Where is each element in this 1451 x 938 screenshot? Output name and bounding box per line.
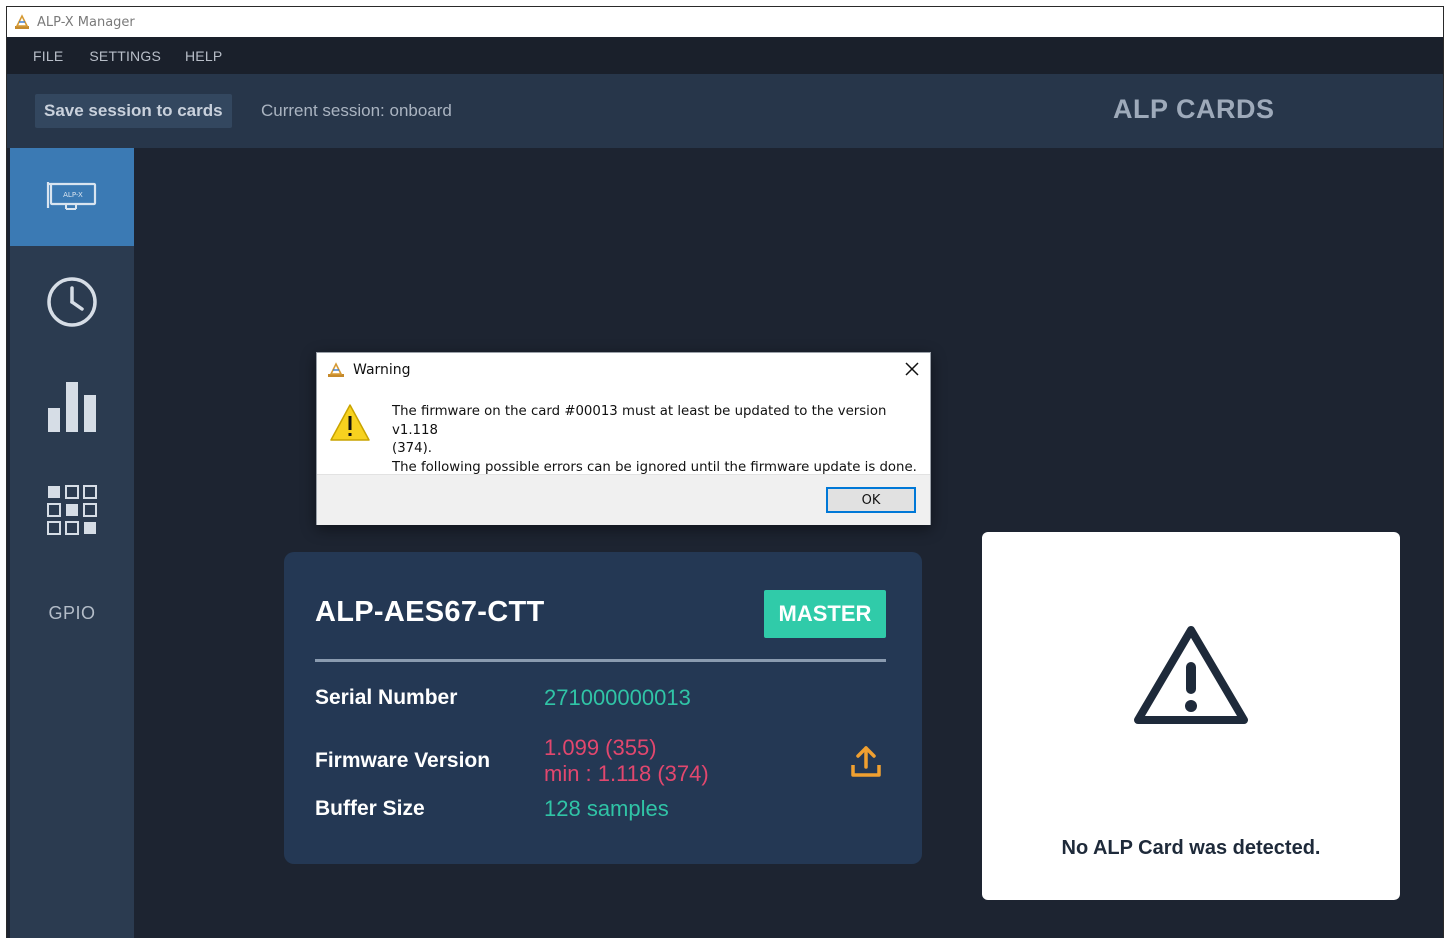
card-name: ALP-AES67-CTT xyxy=(315,596,545,628)
save-session-button[interactable]: Save session to cards xyxy=(35,94,232,128)
dialog-title: Warning xyxy=(353,362,411,378)
dialog-message-line: The firmware on the card #00013 must at … xyxy=(392,404,887,438)
buffer-size-value: 128 samples xyxy=(544,796,669,821)
close-icon[interactable] xyxy=(902,359,922,379)
dialog-footer: OK xyxy=(317,474,930,525)
sidebar-item-history[interactable] xyxy=(10,253,134,351)
page-title: ALP CARDS xyxy=(1113,94,1275,124)
app-window: ALP-X Manager FILE SETTINGS HELP Save se… xyxy=(6,6,1444,938)
sidebar-item-stats[interactable] xyxy=(10,358,134,456)
dialog-titlebar: Warning xyxy=(317,353,930,387)
grid-matrix-icon xyxy=(47,485,97,535)
menu-bar: FILE SETTINGS HELP xyxy=(7,37,1443,74)
bar-chart-icon xyxy=(48,382,96,432)
menu-file[interactable]: FILE xyxy=(33,48,63,64)
alp-logo-icon xyxy=(15,14,29,29)
upload-icon[interactable] xyxy=(850,745,882,779)
card-divider xyxy=(315,659,886,662)
buffer-size-label: Buffer Size xyxy=(315,797,425,820)
no-card-message: No ALP Card was detected. xyxy=(1061,837,1321,859)
alp-logo-icon xyxy=(328,362,344,377)
serial-number-value: 271000000013 xyxy=(544,685,691,710)
sidebar-item-gpio[interactable]: GPIO xyxy=(10,564,134,662)
sidebar-item-label: GPIO xyxy=(48,602,96,623)
window-title: ALP-X Manager xyxy=(37,14,135,30)
dialog-message-line: (374). xyxy=(392,441,432,456)
sidebar: ALP-X GPIO xyxy=(10,148,134,938)
card-icon-text: ALP-X xyxy=(63,191,83,199)
warning-dialog: Warning The firmware on the card #00013 … xyxy=(316,352,931,525)
firmware-version-label: Firmware Version xyxy=(315,749,491,772)
firmware-min-value: min : 1.118 (374) xyxy=(544,761,709,786)
current-session-label: Current session: onboard xyxy=(261,101,452,120)
ok-button[interactable]: OK xyxy=(826,487,916,513)
alp-card-panel: ALP-AES67-CTT MASTER Serial Number 27100… xyxy=(284,552,922,864)
sidebar-item-matrix[interactable] xyxy=(10,461,134,559)
warning-icon xyxy=(330,404,370,441)
sidebar-item-cards[interactable]: ALP-X xyxy=(10,148,134,246)
warning-triangle-icon xyxy=(1134,626,1248,724)
serial-number-label: Serial Number xyxy=(315,686,458,709)
master-badge: MASTER xyxy=(764,590,886,638)
dialog-message: The firmware on the card #00013 must at … xyxy=(392,403,917,477)
menu-help[interactable]: HELP xyxy=(185,48,222,64)
menu-settings[interactable]: SETTINGS xyxy=(89,48,161,64)
window-titlebar: ALP-X Manager xyxy=(7,7,1443,37)
no-card-panel: No ALP Card was detected. xyxy=(982,532,1400,900)
alp-card-icon: ALP-X xyxy=(46,182,97,210)
clock-icon xyxy=(47,277,97,327)
toolbar: Save session to cards Current session: o… xyxy=(7,74,1443,148)
firmware-version-value: 1.099 (355) xyxy=(544,735,657,760)
